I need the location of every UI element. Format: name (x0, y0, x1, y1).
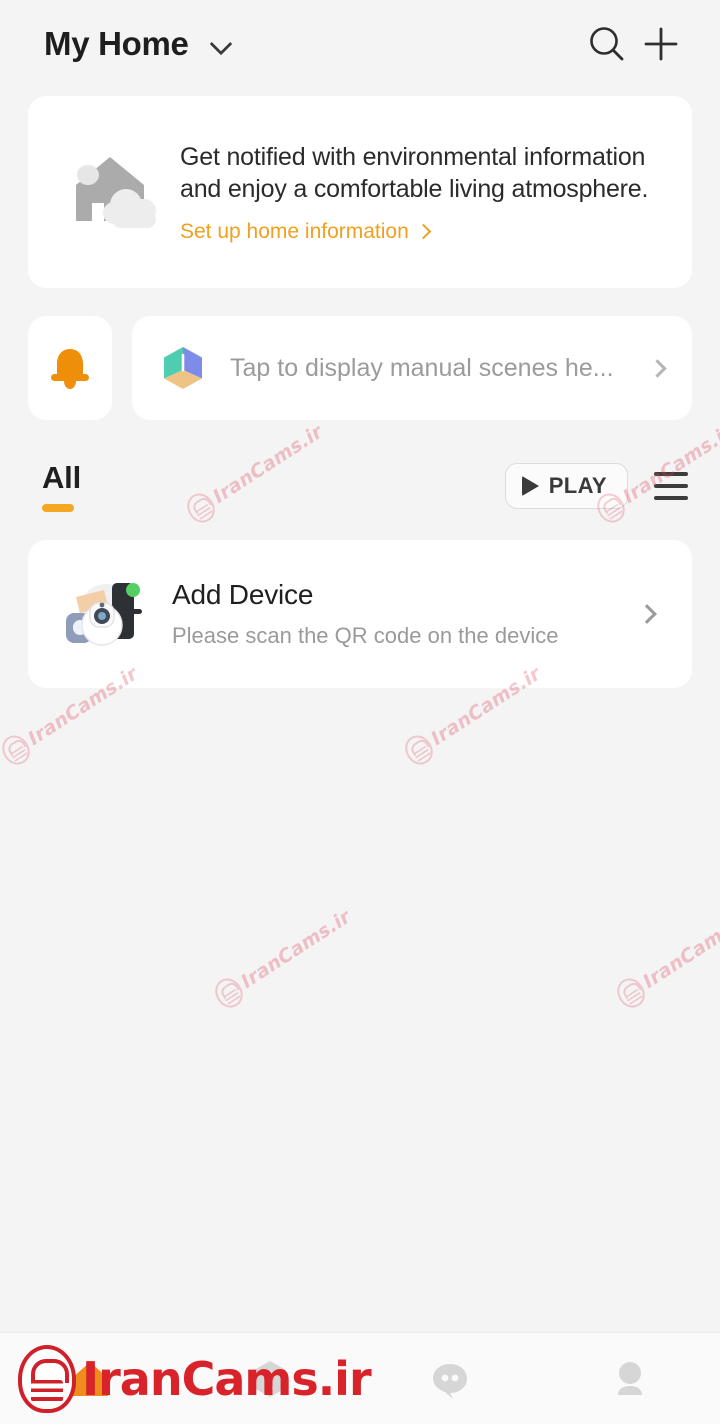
hamburger-bar (654, 484, 688, 488)
nav-item-chat[interactable] (360, 1333, 540, 1424)
watermark-text: IranCams.ir (639, 905, 720, 993)
irancams-logo-icon (399, 730, 438, 770)
nav-item-profile[interactable] (540, 1333, 720, 1424)
hamburger-menu-icon[interactable] (654, 472, 688, 500)
bottom-navigation-bar: IranCams.ir (0, 1332, 720, 1424)
irancams-logo-icon (0, 730, 35, 770)
setup-home-information-label: Set up home information (180, 219, 409, 243)
search-icon (590, 27, 624, 61)
watermark: IranCams.ir (209, 902, 357, 1013)
tab-active-indicator (42, 504, 74, 512)
add-device-text-block: Add Device Please scan the QR code on th… (172, 579, 640, 649)
notifications-button[interactable] (28, 316, 112, 420)
add-button[interactable] (634, 17, 688, 71)
page-title: My Home (44, 25, 189, 62)
chevron-right-icon (637, 604, 657, 624)
banner-text-block: Get notified with environmental informat… (180, 141, 662, 244)
tab-all[interactable]: All (42, 460, 81, 512)
manual-scenes-card[interactable]: Tap to display manual scenes he... (132, 316, 692, 420)
chat-bubble-icon (433, 1363, 467, 1399)
play-triangle-icon (521, 476, 539, 496)
irancams-logo-icon (209, 973, 248, 1013)
play-button-label: PLAY (548, 473, 607, 498)
banner-line-1: Get notified with environmental informat… (180, 142, 646, 171)
scenes-row: Tap to display manual scenes he... (28, 316, 692, 420)
add-device-subtitle: Please scan the QR code on the device (172, 623, 559, 648)
watermark-text: IranCams.ir (237, 905, 355, 993)
manual-scenes-placeholder: Tap to display manual scenes he... (230, 353, 614, 382)
smart-hexagon-icon (254, 1360, 286, 1397)
home-info-banner[interactable]: Get notified with environmental informat… (28, 96, 692, 288)
tab-all-label: All (42, 460, 82, 495)
add-device-card[interactable]: Add Device Please scan the QR code on th… (28, 540, 692, 688)
hamburger-bar (654, 496, 688, 500)
search-button[interactable] (580, 17, 634, 71)
device-camera-lock-icon (62, 573, 144, 655)
device-tabs-row: All PLAY (28, 454, 692, 518)
chevron-right-icon (415, 223, 432, 240)
home-icon (72, 1361, 108, 1396)
hamburger-bar (654, 472, 688, 476)
setup-home-information-link[interactable]: Set up home information (180, 220, 662, 244)
scene-cube-icon (164, 347, 202, 389)
irancams-logo-icon (611, 973, 650, 1013)
watermark: IranCams.ir (611, 902, 720, 1013)
house-cloud-icon (68, 149, 164, 235)
nav-item-home[interactable] (0, 1333, 180, 1424)
app-header: My Home (0, 0, 720, 88)
app-root: My Home Get notified with environmental … (0, 0, 720, 1424)
nav-item-smart[interactable] (180, 1333, 360, 1424)
plus-icon (644, 27, 678, 61)
play-button[interactable]: PLAY (504, 463, 628, 509)
add-device-title: Add Device (172, 579, 314, 610)
profile-avatar-icon (618, 1361, 642, 1395)
banner-line-2: and enjoy a comfortable living atmospher… (180, 175, 649, 203)
chevron-right-icon (648, 358, 667, 378)
chevron-down-icon[interactable] (211, 34, 231, 54)
bell-icon (51, 349, 89, 389)
